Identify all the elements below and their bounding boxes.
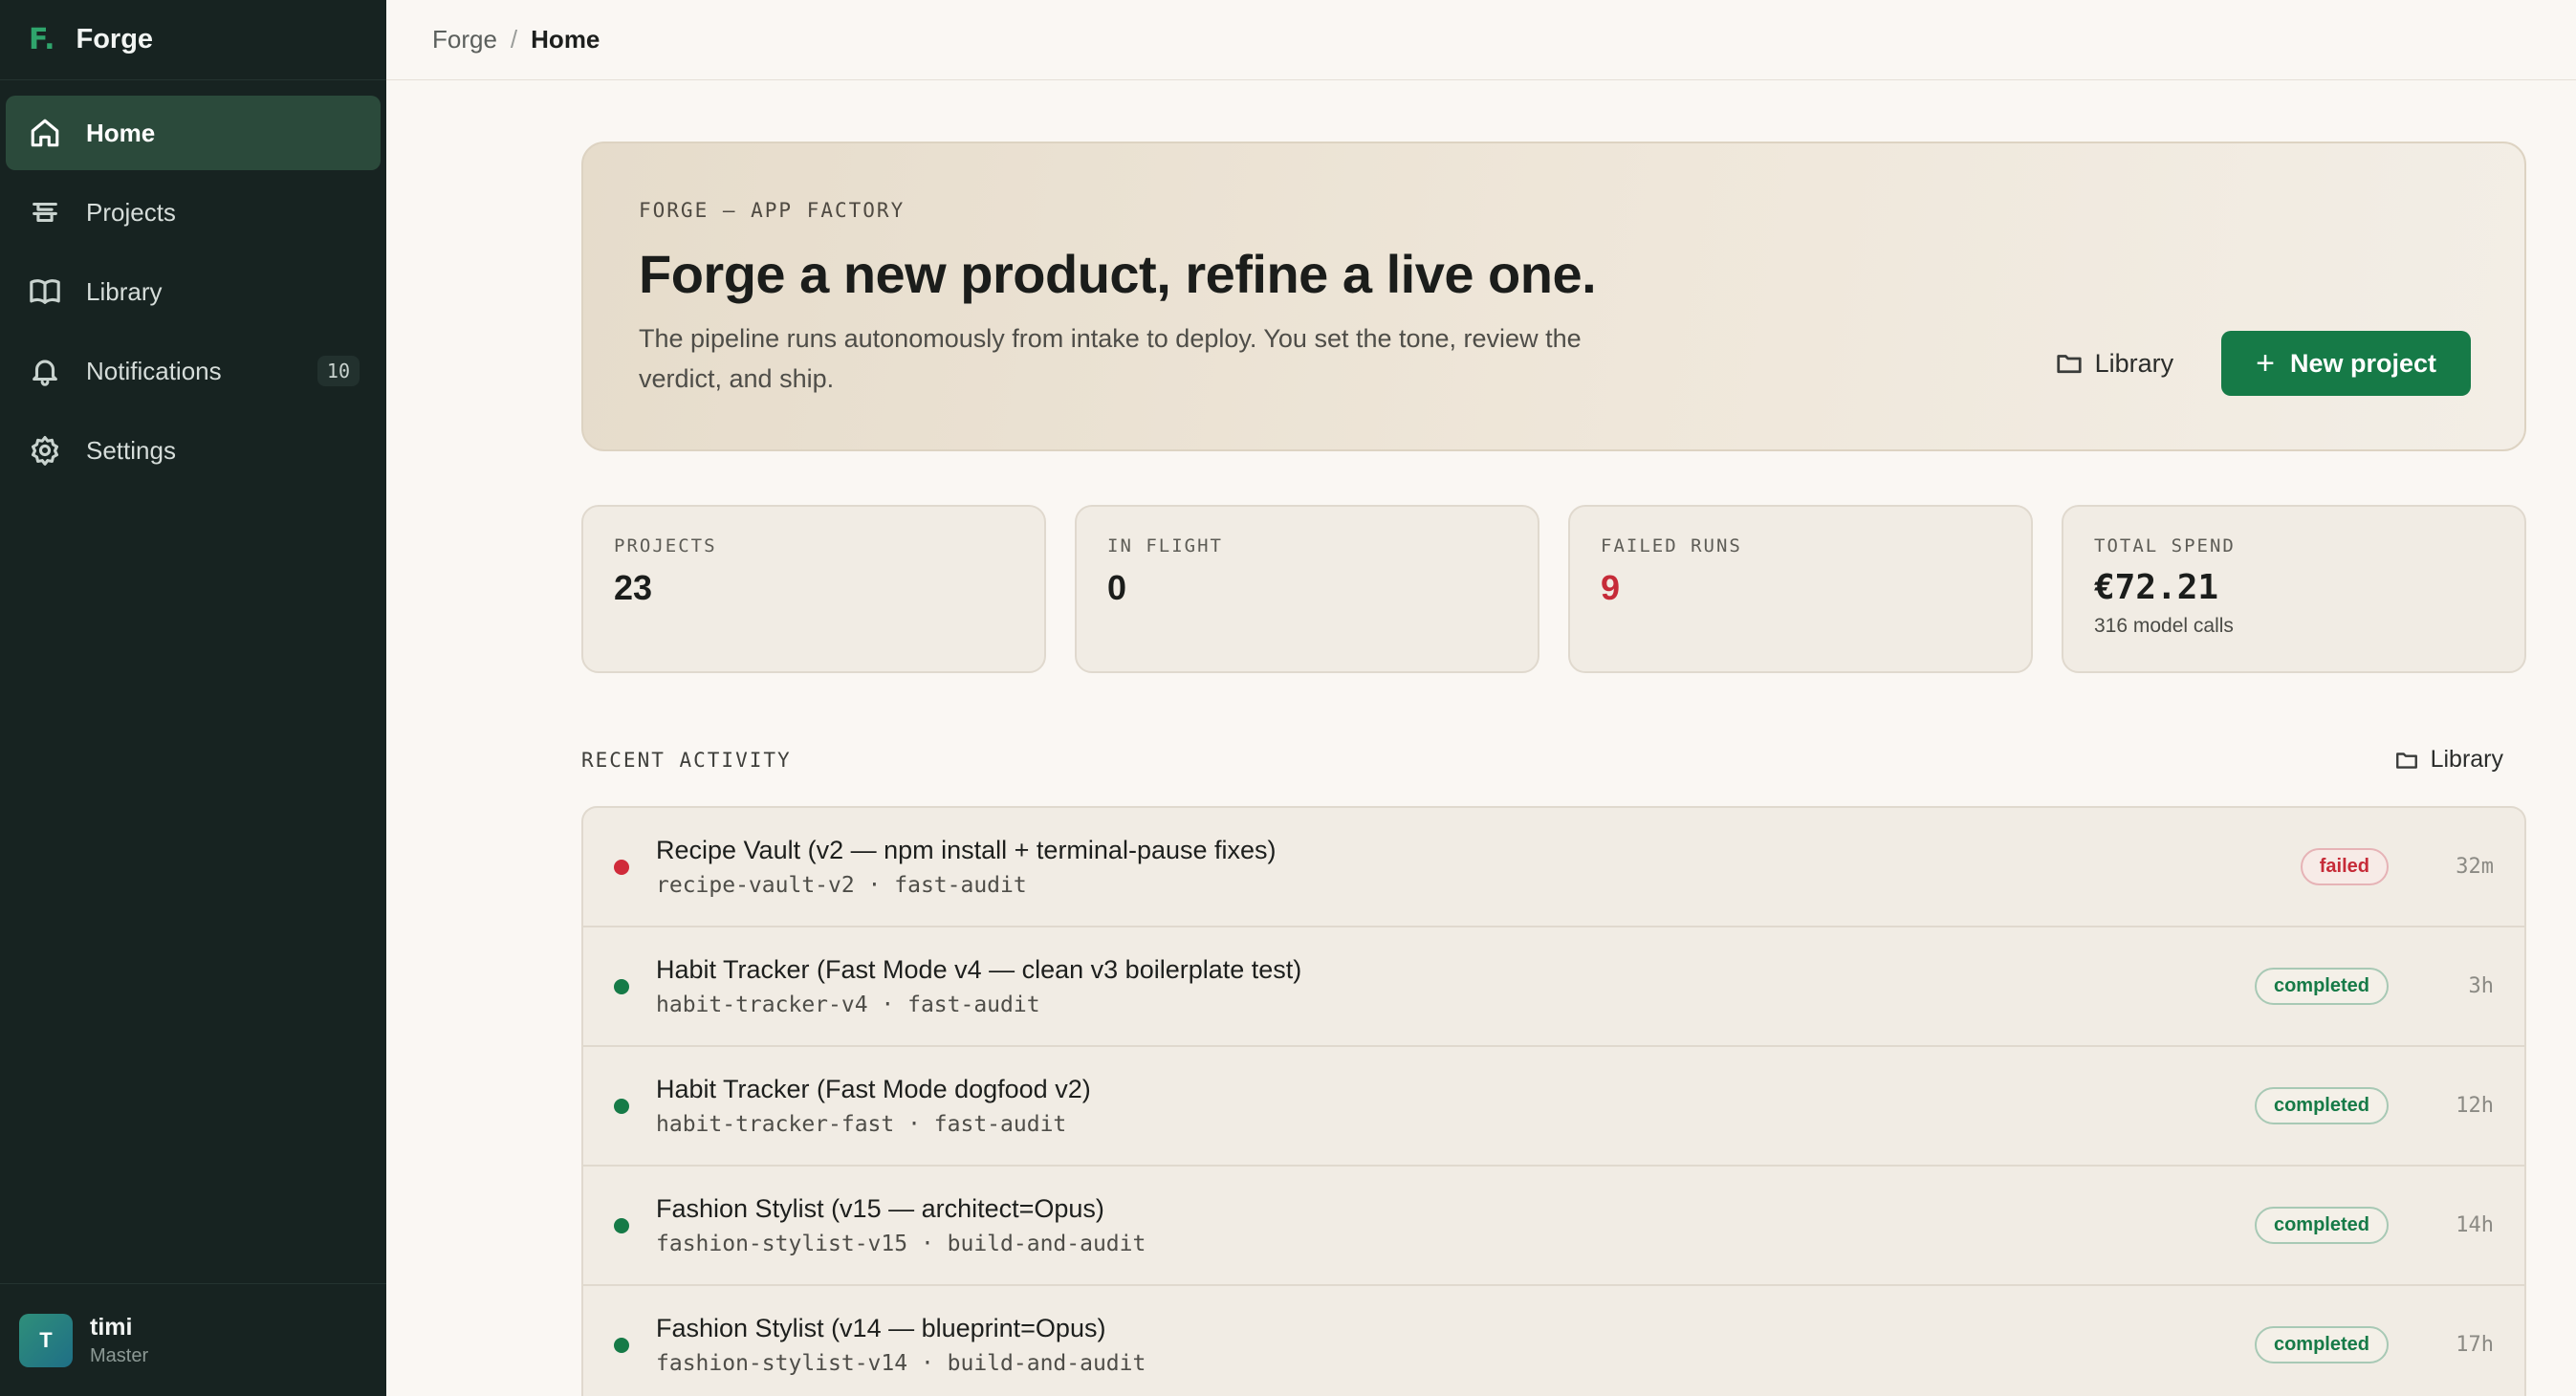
status-badge: completed <box>2254 968 2389 1005</box>
hero-subtitle: The pipeline runs autonomously from inta… <box>639 324 1582 393</box>
breadcrumb-root[interactable]: Forge <box>432 25 497 55</box>
list-item[interactable]: Habit Tracker (Fast Mode v4 — clean v3 b… <box>583 927 2524 1047</box>
user-menu[interactable]: T timi Master <box>0 1283 386 1396</box>
hero-banner: FORGE — APP FACTORY Forge a new product,… <box>581 142 2526 451</box>
sidebar-nav: Home Projects Library Notifications 10 S… <box>0 80 386 488</box>
stat-card-in-flight: IN FLIGHT 0 <box>1075 505 1539 673</box>
user-name: timi <box>90 1313 133 1341</box>
sidebar-item-label: Notifications <box>86 356 222 385</box>
status-dot <box>614 1098 629 1114</box>
new-project-label: New project <box>2289 348 2436 378</box>
list-item[interactable]: Habit Tracker (Fast Mode dogfood v2) hab… <box>583 1047 2524 1167</box>
sidebar-item-home[interactable]: Home <box>6 96 381 170</box>
plus-icon: + <box>2256 345 2275 382</box>
page-title: Forge a new product, refine a live one. <box>639 244 1597 304</box>
run-title: Recipe Vault (v2 — npm install + termina… <box>656 836 1277 864</box>
stats-row: PROJECTS 23 IN FLIGHT 0 FAILED RUNS 9 TO… <box>581 505 2526 673</box>
stat-card-projects: PROJECTS 23 <box>581 505 1046 673</box>
status-dot <box>614 1337 629 1353</box>
stat-label: IN FLIGHT <box>1107 535 1223 556</box>
run-age: 32m <box>2456 855 2494 879</box>
run-age: 12h <box>2456 1094 2494 1118</box>
gear-icon <box>27 432 63 469</box>
stat-label: TOTAL SPEND <box>2094 535 2236 556</box>
stat-card-failed-runs: FAILED RUNS 9 <box>1568 505 2033 673</box>
list-item[interactable]: Fashion Stylist (v15 — architect=Opus) f… <box>583 1167 2524 1286</box>
hero-actions: Library + New project <box>2055 331 2471 396</box>
avatar: T <box>19 1313 73 1367</box>
stat-subtext: 316 model calls <box>2094 615 2234 637</box>
activity-header: RECENT ACTIVITY Library <box>581 746 2526 774</box>
stat-value: 9 <box>1601 568 1621 607</box>
activity-library-label: Library <box>2430 746 2503 773</box>
status-dot <box>614 978 629 994</box>
run-title: Habit Tracker (Fast Mode v4 — clean v3 b… <box>656 955 1302 984</box>
stat-label: FAILED RUNS <box>1601 535 1742 556</box>
run-meta: habit-tracker-v4 · fast-audit <box>656 992 1040 1017</box>
sidebar: F. Forge Home Projects Library Notificat… <box>0 0 386 1396</box>
breadcrumb-separator: / <box>510 25 518 54</box>
folder-icon <box>2395 752 2417 769</box>
status-dot <box>614 1217 629 1233</box>
sidebar-item-label: Settings <box>86 435 176 465</box>
run-age: 3h <box>2468 974 2495 998</box>
status-badge: completed <box>2254 1207 2389 1244</box>
stat-value: 0 <box>1107 568 1127 607</box>
list-item[interactable]: Fashion Stylist (v14 — blueprint=Opus) f… <box>583 1286 2524 1396</box>
run-meta: fashion-stylist-v14 · build-and-audit <box>656 1351 1146 1376</box>
app-name: Forge <box>76 24 154 55</box>
library-button-label: Library <box>2094 348 2174 378</box>
stat-value: €72.21 <box>2094 568 2219 607</box>
layers-icon <box>27 194 63 230</box>
run-meta: habit-tracker-fast · fast-audit <box>656 1112 1067 1137</box>
list-item[interactable]: Recipe Vault (v2 — npm install + termina… <box>583 808 2524 927</box>
stat-label: PROJECTS <box>614 535 717 556</box>
user-role: Master <box>90 1344 149 1366</box>
new-project-button[interactable]: + New project <box>2221 331 2471 396</box>
forge-logo-icon: F. <box>29 23 55 56</box>
run-title: Fashion Stylist (v15 — architect=Opus) <box>656 1194 1104 1223</box>
section-title: RECENT ACTIVITY <box>581 748 792 772</box>
sidebar-item-label: Home <box>86 118 156 147</box>
notification-count-badge: 10 <box>317 356 360 386</box>
sidebar-item-settings[interactable]: Settings <box>6 413 381 488</box>
brand[interactable]: F. Forge <box>0 0 386 80</box>
main-content: FORGE — APP FACTORY Forge a new product,… <box>581 142 2526 1396</box>
run-meta: fashion-stylist-v15 · build-and-audit <box>656 1232 1146 1256</box>
sidebar-item-label: Projects <box>86 197 176 227</box>
bell-icon <box>27 353 63 389</box>
status-badge: failed <box>2300 848 2389 885</box>
hero-kicker: FORGE — APP FACTORY <box>639 199 906 222</box>
activity-library-link[interactable]: Library <box>2394 746 2526 774</box>
breadcrumb-current: Home <box>531 25 600 54</box>
run-age: 14h <box>2456 1213 2494 1237</box>
run-meta: recipe-vault-v2 · fast-audit <box>656 873 1027 898</box>
run-title: Habit Tracker (Fast Mode dogfood v2) <box>656 1075 1091 1103</box>
book-icon <box>27 273 63 310</box>
library-button[interactable]: Library <box>2055 348 2174 379</box>
status-badge: completed <box>2254 1087 2389 1124</box>
activity-list: Recipe Vault (v2 — npm install + termina… <box>581 806 2526 1396</box>
status-dot <box>614 859 629 875</box>
folder-icon <box>2056 355 2082 374</box>
run-age: 17h <box>2456 1333 2494 1357</box>
home-icon <box>27 115 63 151</box>
breadcrumb: Forge / Home <box>386 0 2576 80</box>
stat-card-total-spend: TOTAL SPEND €72.21 316 model calls <box>2062 505 2526 673</box>
sidebar-item-label: Library <box>86 276 163 306</box>
sidebar-item-notifications[interactable]: Notifications 10 <box>6 334 381 408</box>
stat-value: 23 <box>614 568 653 607</box>
sidebar-item-library[interactable]: Library <box>6 254 381 329</box>
run-title: Fashion Stylist (v14 — blueprint=Opus) <box>656 1314 1106 1342</box>
status-badge: completed <box>2254 1326 2389 1363</box>
sidebar-item-projects[interactable]: Projects <box>6 175 381 250</box>
